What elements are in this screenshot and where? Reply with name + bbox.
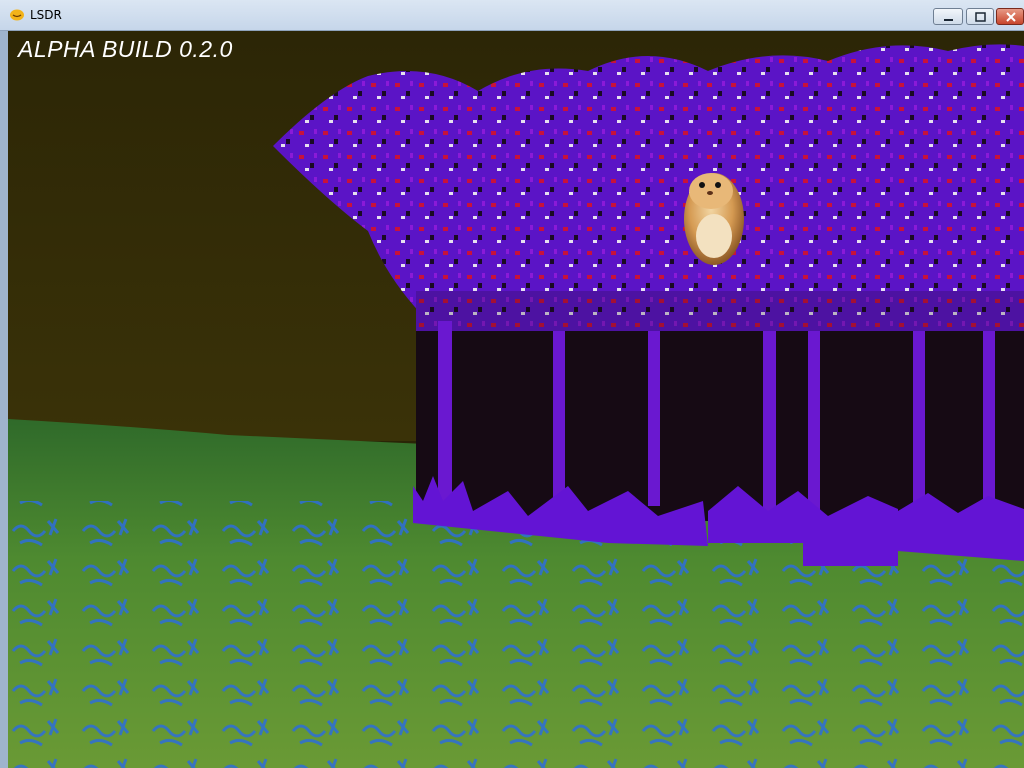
game-window: LSDR ALPHA BUILD 0.2.0 <box>0 0 1024 768</box>
hamster-character[interactable] <box>684 173 744 265</box>
window-title: LSDR <box>30 8 62 22</box>
game-viewport[interactable]: ALPHA BUILD 0.2.0 <box>8 31 1024 768</box>
app-icon <box>10 9 24 21</box>
close-button[interactable] <box>996 8 1024 25</box>
close-icon <box>1006 12 1016 22</box>
build-version-label: ALPHA BUILD 0.2.0 <box>18 36 233 62</box>
maximize-button[interactable] <box>966 8 994 25</box>
minimize-button[interactable] <box>933 8 963 25</box>
game-scene[interactable] <box>8 31 1024 768</box>
maximize-icon <box>975 12 986 22</box>
minimize-icon <box>944 19 953 21</box>
window-titlebar[interactable]: LSDR <box>0 0 1024 31</box>
